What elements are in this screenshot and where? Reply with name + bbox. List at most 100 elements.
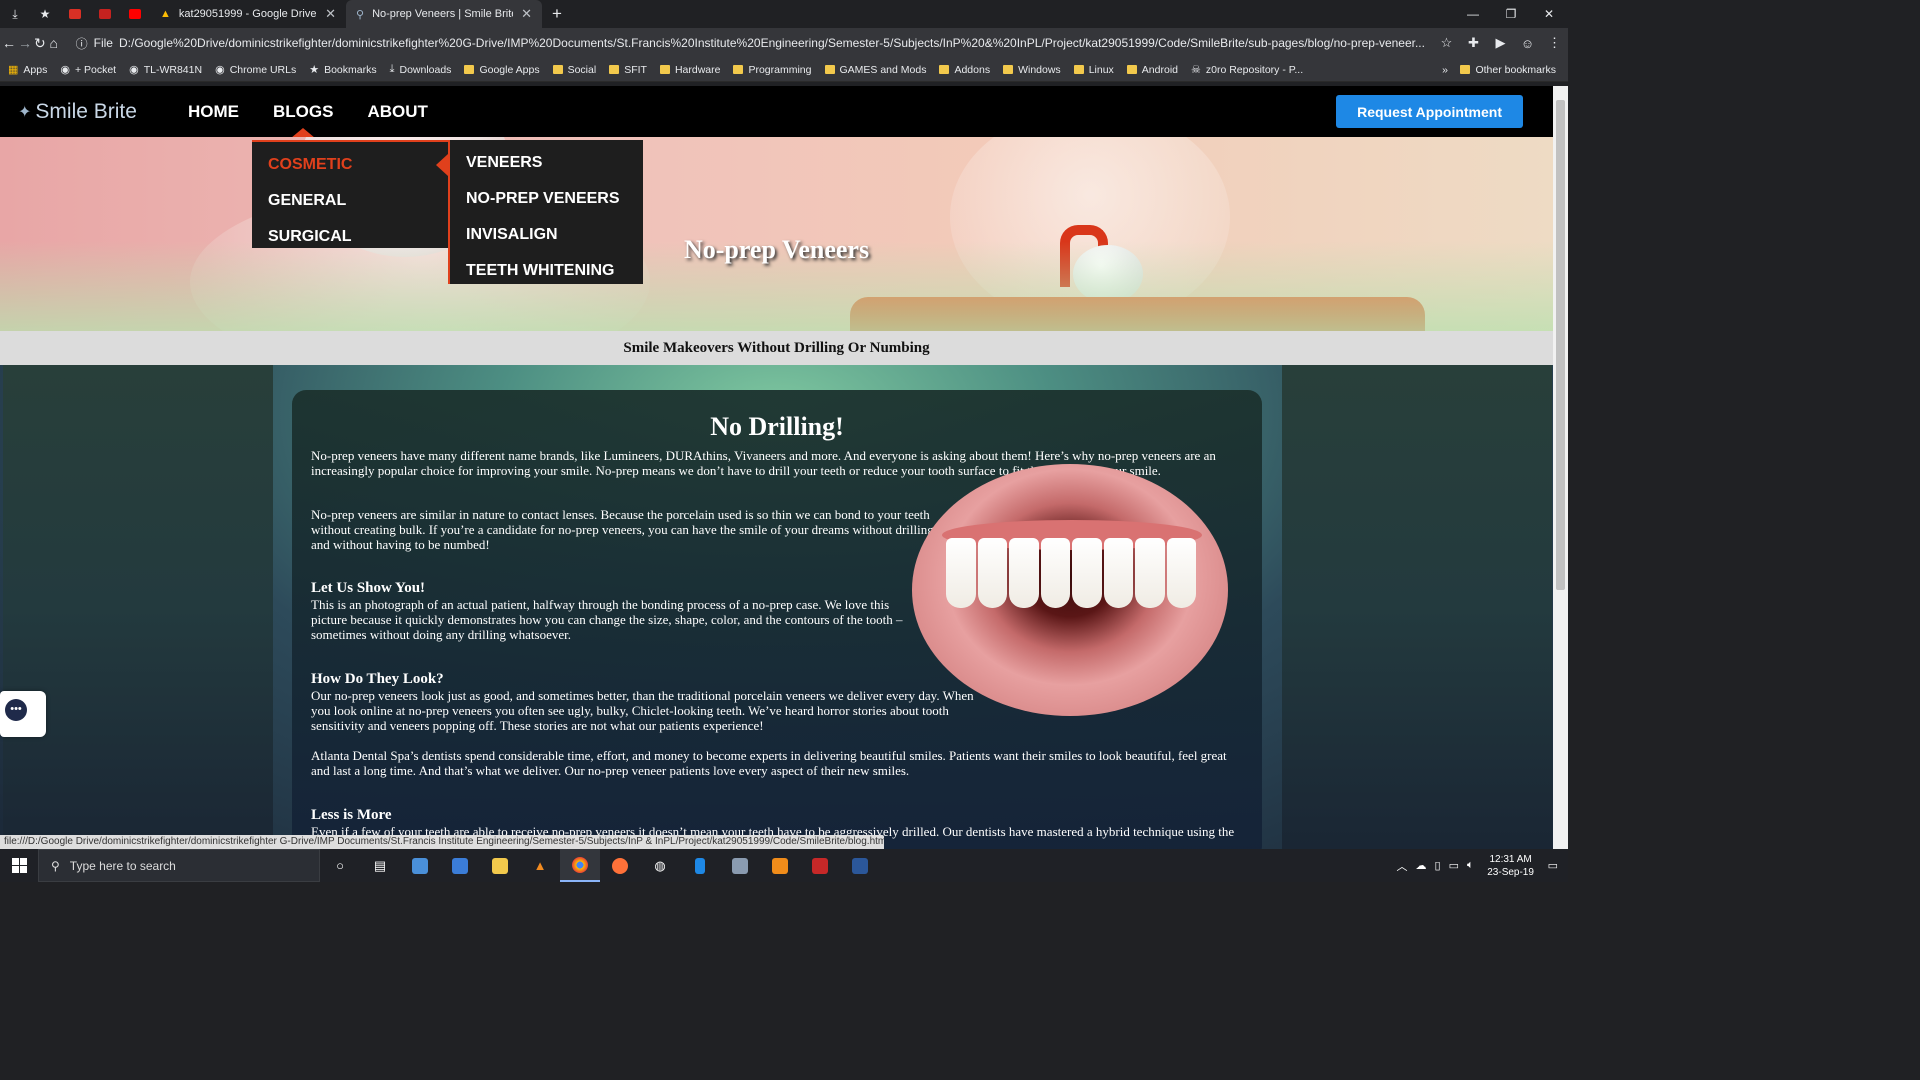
foxit-app-icon[interactable] <box>800 849 840 882</box>
nav-blogs[interactable]: BLOGS <box>273 102 333 138</box>
bookmark-apps[interactable]: ▦ Apps <box>8 63 47 77</box>
home-button[interactable]: ⌂ <box>48 30 60 56</box>
menu-item-surgical[interactable]: SURGICAL <box>252 219 448 255</box>
page-subtitle: Smile Makeovers Without Drilling Or Numb… <box>0 331 1553 365</box>
url-text[interactable]: D:/Google%20Drive/dominicstrikefighter/d… <box>119 36 1425 50</box>
close-tab-icon[interactable]: ✕ <box>521 6 532 22</box>
menu-icon[interactable]: ⋮ <box>1541 35 1568 51</box>
menu-item-veneers[interactable]: VENEERS <box>450 145 643 181</box>
bookmark-pocket[interactable]: ◉ + Pocket <box>60 63 116 77</box>
edge-app-icon[interactable] <box>440 849 480 882</box>
volume-icon[interactable]: 🔈︎ <box>1467 859 1474 872</box>
star-icon[interactable]: ★ <box>30 0 60 28</box>
new-tab-button[interactable]: + <box>542 4 572 24</box>
more-bookmarks-button[interactable]: » <box>1442 64 1448 76</box>
request-appointment-button[interactable]: Request Appointment <box>1336 95 1523 128</box>
xbox-app-icon[interactable]: ◍ <box>640 849 680 882</box>
task-view-icon[interactable]: ▤ <box>360 849 400 882</box>
tab-google-drive[interactable]: ▲ kat29051999 - Google Drive ✕ <box>150 0 346 28</box>
close-window-button[interactable]: ✕ <box>1530 0 1568 28</box>
notifications-icon[interactable]: ▭ <box>1548 859 1558 872</box>
skull-icon: ☠ <box>1191 64 1201 76</box>
file-explorer-icon[interactable] <box>480 849 520 882</box>
folder-icon <box>939 65 950 74</box>
folder-icon <box>609 65 620 74</box>
cortana-icon[interactable]: ○ <box>320 849 360 882</box>
vlc-app-icon[interactable]: ▲ <box>520 849 560 882</box>
youtube-icon[interactable] <box>120 0 150 28</box>
bookmark-bookmarks[interactable]: ★ Bookmarks <box>309 63 376 77</box>
usb-icon[interactable]: ▯ <box>1435 859 1441 872</box>
bookmark-downloads[interactable]: ⤓ Downloads <box>390 63 452 76</box>
globe-icon: ◉ <box>215 64 225 76</box>
maximize-button[interactable]: ❐ <box>1492 0 1530 28</box>
info-icon[interactable]: ⓘ <box>76 35 88 52</box>
other-bookmarks[interactable]: Other bookmarks <box>1460 64 1556 76</box>
media-play-icon[interactable]: ▶ <box>1487 35 1514 51</box>
menu-item-no-prep-veneers[interactable]: NO-PREP VENEERS <box>450 181 643 217</box>
download-icon[interactable]: ⤓ <box>0 0 30 28</box>
phone-app-icon[interactable] <box>680 849 720 882</box>
scrollbar-thumb[interactable] <box>1556 100 1565 590</box>
section-heading: Less is More <box>311 807 392 823</box>
clock-date: 23-Sep-19 <box>1487 866 1534 878</box>
folder-icon <box>552 65 563 74</box>
start-button[interactable] <box>0 849 38 882</box>
nav-about[interactable]: ABOUT <box>367 102 427 122</box>
bookmark-folder[interactable]: Linux <box>1073 64 1114 76</box>
onedrive-icon[interactable]: ☁ <box>1416 859 1427 872</box>
address-bar[interactable]: ⓘ File D:/Google%20Drive/dominicstrikefi… <box>68 30 1433 56</box>
bookmark-router[interactable]: ◉ TL-WR841N <box>129 63 202 77</box>
right-sidebar <box>1282 365 1552 849</box>
chat-widget-button[interactable]: ••• <box>0 691 46 737</box>
bookmark-folder[interactable]: Social <box>552 64 596 76</box>
page-scrollbar[interactable] <box>1553 86 1568 849</box>
nav-home[interactable]: HOME <box>188 102 239 122</box>
store-app-icon[interactable] <box>400 849 440 882</box>
chevron-up-icon[interactable]: ︿ <box>1397 858 1408 874</box>
bookmark-z0ro[interactable]: ☠ z0ro Repository - P... <box>1191 63 1303 77</box>
reload-button[interactable]: ↻ <box>34 30 46 56</box>
menu-item-invisalign[interactable]: INVISALIGN <box>450 217 643 253</box>
tooth-icon: ✦ <box>18 103 32 121</box>
bookmark-star-icon[interactable]: ☆ <box>1433 35 1460 51</box>
hero-title: No-prep Veneers <box>683 235 870 264</box>
bookmark-folder[interactable]: GAMES and Mods <box>824 64 926 76</box>
minimize-button[interactable]: — <box>1454 0 1492 28</box>
bookmark-folder[interactable]: Google Apps <box>464 64 540 76</box>
menu-item-general[interactable]: GENERAL <box>252 183 448 219</box>
network-icon[interactable]: ▭ <box>1449 859 1459 872</box>
gmail-icon-2[interactable] <box>90 0 120 28</box>
download-icon: ⤓ <box>389 63 395 75</box>
tab-no-prep-veneers[interactable]: ⚲ No-prep Veneers | Smile Brite ✕ <box>346 0 542 28</box>
firefox-app-icon[interactable] <box>600 849 640 882</box>
bookmark-folder[interactable]: Android <box>1126 64 1178 76</box>
apps-grid-icon: ▦ <box>8 64 19 76</box>
section-heading: How Do They Look? <box>311 671 444 687</box>
forward-button[interactable]: → <box>18 30 32 56</box>
bookmark-folder[interactable]: Windows <box>1003 64 1061 76</box>
bookmark-chrome-urls[interactable]: ◉ Chrome URLs <box>215 63 296 77</box>
back-button[interactable]: ← <box>2 30 16 56</box>
menu-item-teeth-whitening[interactable]: TEETH WHITENING <box>450 253 643 289</box>
extensions-icon[interactable]: ✚ <box>1460 35 1487 51</box>
chrome-app-icon[interactable] <box>560 849 600 882</box>
taskbar-clock[interactable]: 12:31 AM 23-Sep-19 <box>1482 853 1540 879</box>
taskbar-search-box[interactable]: ⚲ Type here to search <box>38 849 320 882</box>
close-tab-icon[interactable]: ✕ <box>325 6 336 22</box>
link-status-bubble: file:///D:/Google Drive/dominicstrikefig… <box>0 835 884 849</box>
main-menu: HOME BLOGS ABOUT <box>188 102 428 138</box>
bookmark-folder[interactable]: SFIT <box>609 64 647 76</box>
bookmark-folder[interactable]: Addons <box>939 64 990 76</box>
sublime-app-icon[interactable] <box>760 849 800 882</box>
bookmark-folder[interactable]: Programming <box>733 64 812 76</box>
bookmark-folder[interactable]: Hardware <box>659 64 720 76</box>
game-app-icon[interactable] <box>720 849 760 882</box>
windows-taskbar: ⚲ Type here to search ○ ▤ ▲ ◍ ︿ ☁ ▯ ▭ 🔈︎… <box>0 849 1568 882</box>
browser-toolbar: ← → ↻ ⌂ ⓘ File D:/Google%20Drive/dominic… <box>0 28 1568 58</box>
site-logo[interactable]: ✦ Smile Brite <box>18 100 168 124</box>
menu-item-cosmetic[interactable]: COSMETIC <box>252 147 448 183</box>
gmail-icon[interactable] <box>60 0 90 28</box>
word-app-icon[interactable] <box>840 849 880 882</box>
profile-avatar[interactable]: ☺ <box>1514 36 1541 51</box>
